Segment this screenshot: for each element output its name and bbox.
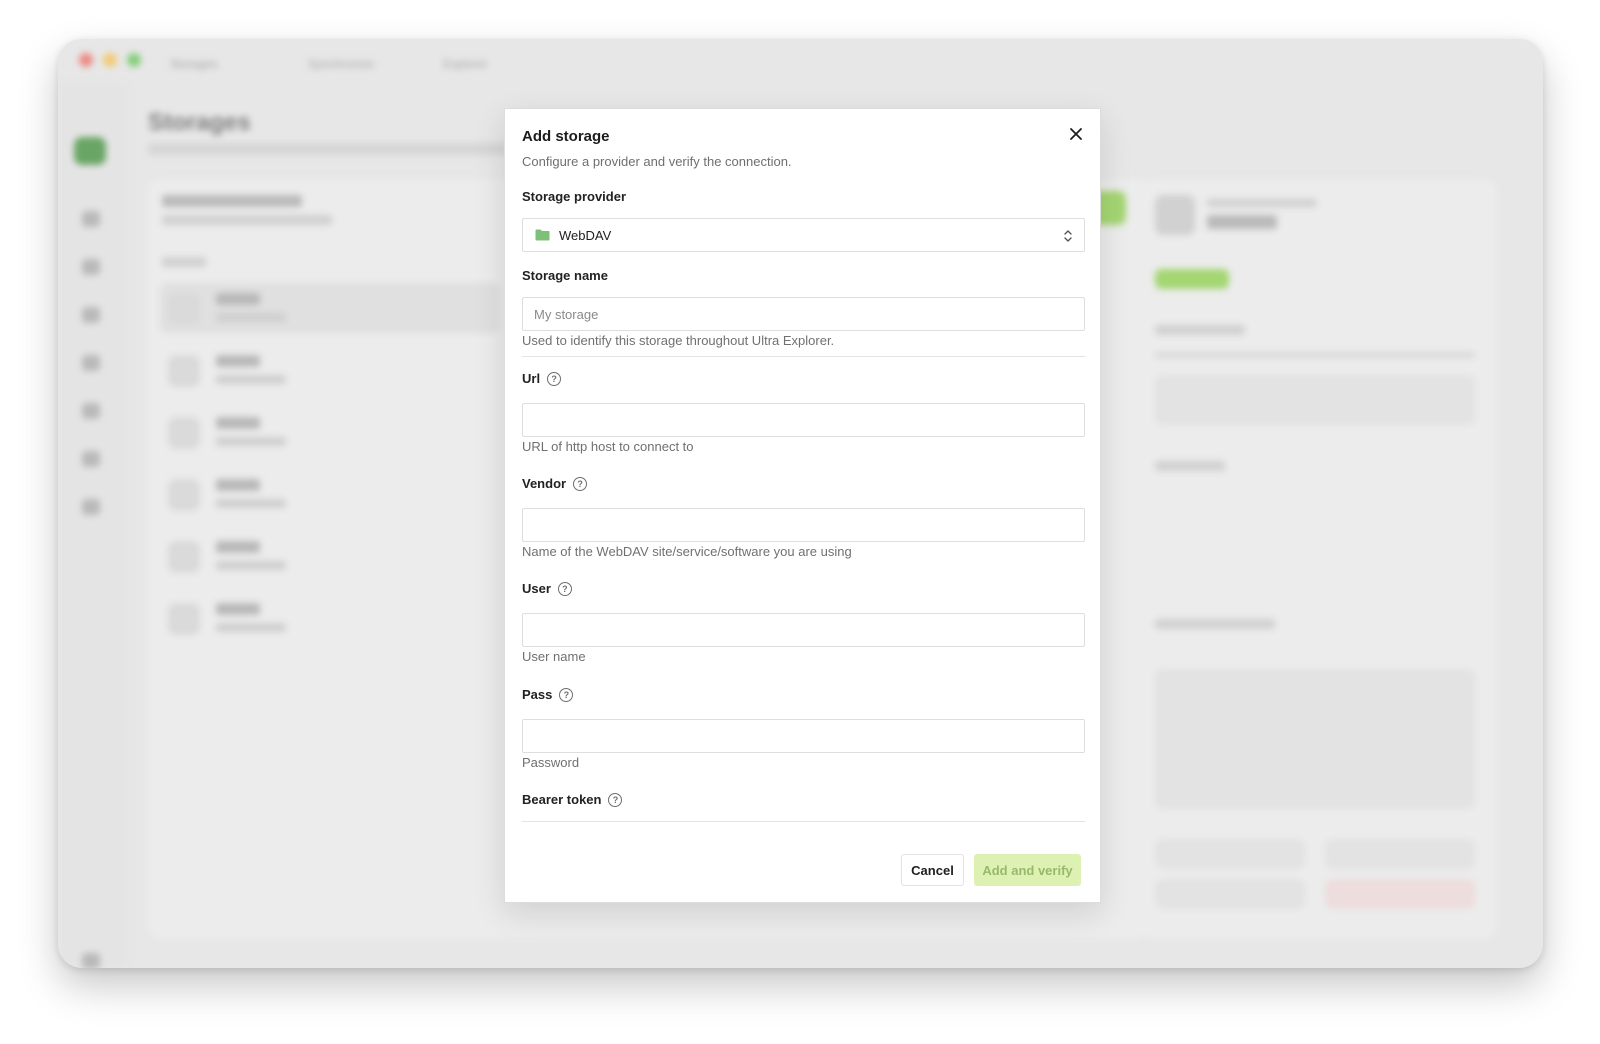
bearer-token-input-edge[interactable]	[522, 821, 1085, 822]
close-icon	[1070, 128, 1082, 140]
help-icon[interactable]: ?	[559, 687, 574, 702]
dialog-title: Add storage	[522, 128, 610, 145]
add-storage-dialog: Add storage Configure a provider and ver…	[504, 108, 1101, 903]
chevron-up-down-icon	[1064, 230, 1072, 242]
provider-select[interactable]: WebDAV	[522, 218, 1085, 252]
section-divider	[522, 356, 1085, 357]
folder-icon	[535, 229, 550, 241]
provider-label: Storage provider	[522, 189, 627, 204]
storage-name-hint: Used to identify this storage throughout…	[522, 333, 835, 348]
url-hint: URL of http host to connect to	[522, 439, 694, 454]
user-hint: User name	[522, 649, 586, 664]
bearer-token-label: Bearer token?	[522, 792, 623, 807]
dialog-subtitle: Configure a provider and verify the conn…	[522, 154, 792, 169]
vendor-hint: Name of the WebDAV site/service/software…	[522, 544, 852, 559]
pass-hint: Password	[522, 755, 580, 770]
user-input[interactable]	[522, 613, 1085, 647]
close-dialog-button[interactable]	[1065, 123, 1087, 145]
dialog-form[interactable]: Storage provider WebDAV Storage name Use…	[522, 189, 1085, 822]
add-and-verify-button[interactable]: Add and verify	[974, 854, 1081, 886]
storage-name-input[interactable]	[522, 297, 1085, 331]
cancel-button[interactable]: Cancel	[901, 854, 964, 886]
help-icon[interactable]: ?	[608, 792, 623, 807]
pass-label: Pass?	[522, 687, 574, 702]
url-input[interactable]	[522, 403, 1085, 437]
url-label: Url?	[522, 371, 562, 386]
help-icon[interactable]: ?	[573, 476, 588, 491]
provider-value: WebDAV	[559, 227, 612, 243]
pass-input[interactable]	[522, 719, 1085, 753]
vendor-label: Vendor?	[522, 476, 588, 491]
help-icon[interactable]: ?	[557, 581, 572, 596]
vendor-input[interactable]	[522, 508, 1085, 542]
user-label: User?	[522, 581, 572, 596]
help-icon[interactable]: ?	[547, 371, 562, 386]
storage-name-label: Storage name	[522, 268, 608, 283]
